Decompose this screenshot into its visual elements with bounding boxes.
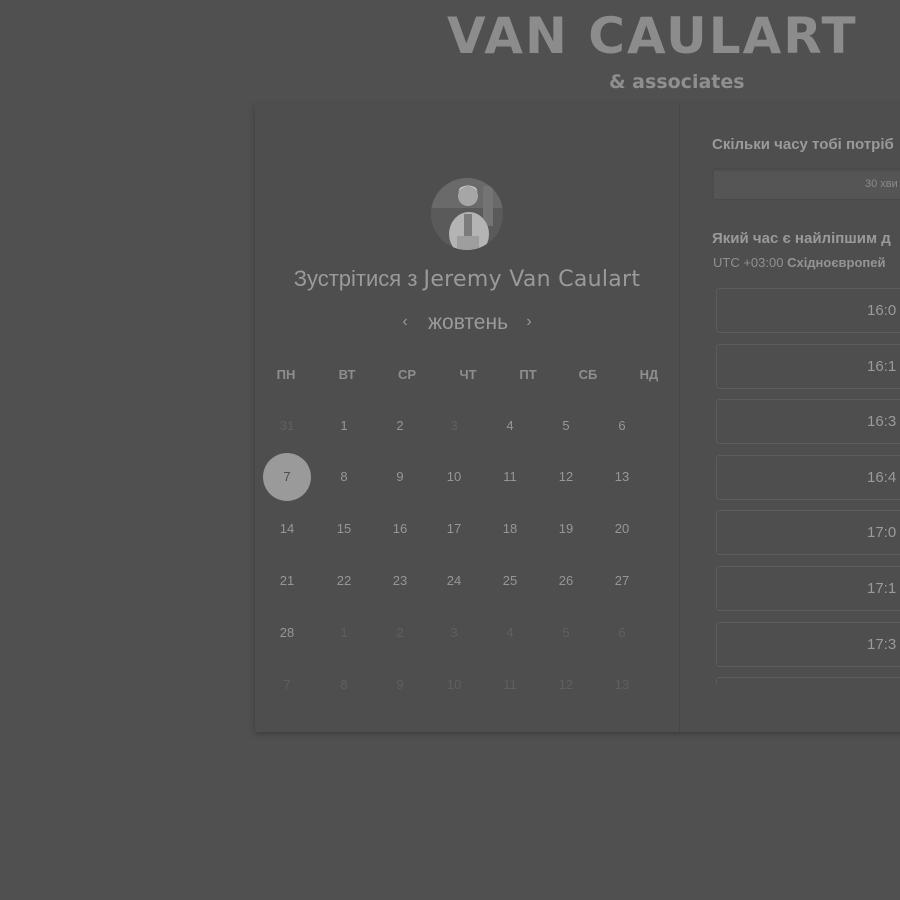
- calendar-day[interactable]: 6: [598, 402, 646, 450]
- meeting-title: Зустрітися з Jeremy Van Caulart: [255, 264, 679, 295]
- calendar-day[interactable]: 11: [486, 453, 534, 501]
- weekday-label: ПТ: [519, 367, 537, 382]
- timezone-selector[interactable]: UTC +03:00 Східноєвропей: [713, 254, 885, 272]
- calendar-day[interactable]: 1: [320, 402, 368, 450]
- calendar-day: 7: [283, 677, 291, 692]
- calendar-day: 12: [558, 677, 574, 692]
- timezone-offset: UTC +03:00: [713, 255, 784, 270]
- calendar-day[interactable]: 19: [542, 505, 590, 553]
- time-slot-label: 16:0: [867, 302, 897, 319]
- weekday-label: СБ: [578, 367, 598, 382]
- time-slot-label: 17:1: [867, 580, 897, 597]
- weekday-label: ЧТ: [459, 367, 477, 382]
- brand-title: VAN CAULART: [447, 7, 858, 65]
- time-slot-label: 17:3: [867, 635, 897, 653]
- duration-value: 30 хви: [865, 178, 898, 190]
- weekday-label: НД: [639, 367, 659, 382]
- calendar-day[interactable]: 25: [486, 557, 534, 605]
- duration-select[interactable]: 30 хви: [712, 168, 900, 200]
- host-name: Jeremy Van Caulart: [423, 267, 641, 292]
- time-slot-label: 16:1: [867, 357, 897, 375]
- month-label: жовтень: [427, 311, 509, 334]
- weekday-label: ВТ: [338, 367, 356, 382]
- calendar-day[interactable]: 26: [542, 557, 590, 605]
- duration-question: Скільки часу тобі потріб: [712, 136, 894, 153]
- calendar-day-selected[interactable]: 7: [263, 453, 311, 501]
- calendar-day[interactable]: 10: [430, 453, 478, 501]
- booking-card: Зустрітися з Jeremy Van Caulart ‹ жовтен…: [255, 104, 900, 732]
- time-slot-label: 16:3: [867, 413, 897, 431]
- time-slot-label: 16:4: [867, 468, 897, 486]
- time-slot-list: 16:0 16:1 16:3 16:4 17:0 17:1 17:3: [716, 288, 900, 684]
- calendar-day[interactable]: 27: [598, 557, 646, 605]
- time-slot-button[interactable]: [716, 677, 900, 684]
- calendar-day[interactable]: 18: [486, 505, 534, 553]
- calendar-day: 13: [614, 677, 630, 692]
- time-slot-button[interactable]: 16:4: [716, 454, 900, 500]
- weekday-label: ПН: [276, 367, 296, 382]
- calendar-day: 6: [618, 625, 626, 640]
- calendar-day: 3: [450, 625, 458, 640]
- meeting-title-prefix: Зустрітися з: [293, 266, 418, 291]
- chevron-left-icon[interactable]: ‹: [397, 312, 413, 332]
- weekday-header: ПН ВТ СР ЧТ ПТ СБ НД: [255, 366, 679, 386]
- calendar-day[interactable]: 14: [263, 505, 311, 553]
- calendar-day[interactable]: 17: [430, 505, 478, 553]
- time-slot-button[interactable]: 17:1: [716, 566, 900, 611]
- calendar-day[interactable]: 15: [320, 505, 368, 553]
- calendar-day: 4: [506, 625, 514, 640]
- calendar-day: 5: [562, 625, 570, 640]
- timezone-name: Східноєвропей: [787, 255, 886, 270]
- calendar-day[interactable]: 13: [598, 453, 646, 501]
- time-question: Який час є найліпшим д: [712, 230, 891, 247]
- host-avatar: [431, 178, 503, 250]
- time-slot-label: 17:0: [867, 524, 897, 542]
- calendar-day[interactable]: 24: [430, 557, 478, 605]
- calendar-day[interactable]: 16: [376, 505, 424, 553]
- calendar-day[interactable]: 20: [598, 505, 646, 553]
- calendar-day: 1: [340, 625, 348, 640]
- calendar-day[interactable]: 5: [542, 402, 590, 450]
- brand-subtitle: & associates: [609, 71, 745, 93]
- calendar-day[interactable]: 4: [486, 402, 534, 450]
- time-slot-button[interactable]: 16:0: [716, 288, 900, 333]
- calendar-day: 10: [446, 677, 462, 692]
- time-slot-button[interactable]: 16:3: [716, 399, 900, 445]
- calendar-day: 11: [503, 677, 517, 692]
- calendar-day[interactable]: 21: [263, 557, 311, 605]
- time-slot-button[interactable]: 17:0: [716, 510, 900, 556]
- booking-page: VAN CAULART & associates Зустрітися з Je…: [0, 0, 900, 900]
- calendar-day: 8: [340, 677, 348, 692]
- month-navigation: ‹ жовтень ›: [393, 308, 543, 338]
- time-selection-panel: Скільки часу тобі потріб 30 хви Який час…: [680, 104, 900, 732]
- calendar-day: 3: [450, 418, 458, 433]
- calendar-day[interactable]: 9: [376, 453, 424, 501]
- chevron-right-icon[interactable]: ›: [521, 312, 537, 332]
- calendar-day: 9: [396, 677, 404, 692]
- calendar-day: 31: [279, 418, 295, 433]
- calendar-day[interactable]: 8: [320, 453, 368, 501]
- calendar-day[interactable]: 12: [542, 453, 590, 501]
- calendar-day[interactable]: 22: [320, 557, 368, 605]
- calendar-day[interactable]: 28: [263, 609, 311, 657]
- calendar-day[interactable]: 23: [376, 557, 424, 605]
- time-slot-button[interactable]: 16:1: [716, 343, 900, 389]
- calendar-day[interactable]: 2: [376, 402, 424, 450]
- weekday-label: СР: [397, 367, 417, 382]
- calendar-day: 2: [396, 625, 404, 640]
- time-slot-button[interactable]: 17:3: [716, 621, 900, 667]
